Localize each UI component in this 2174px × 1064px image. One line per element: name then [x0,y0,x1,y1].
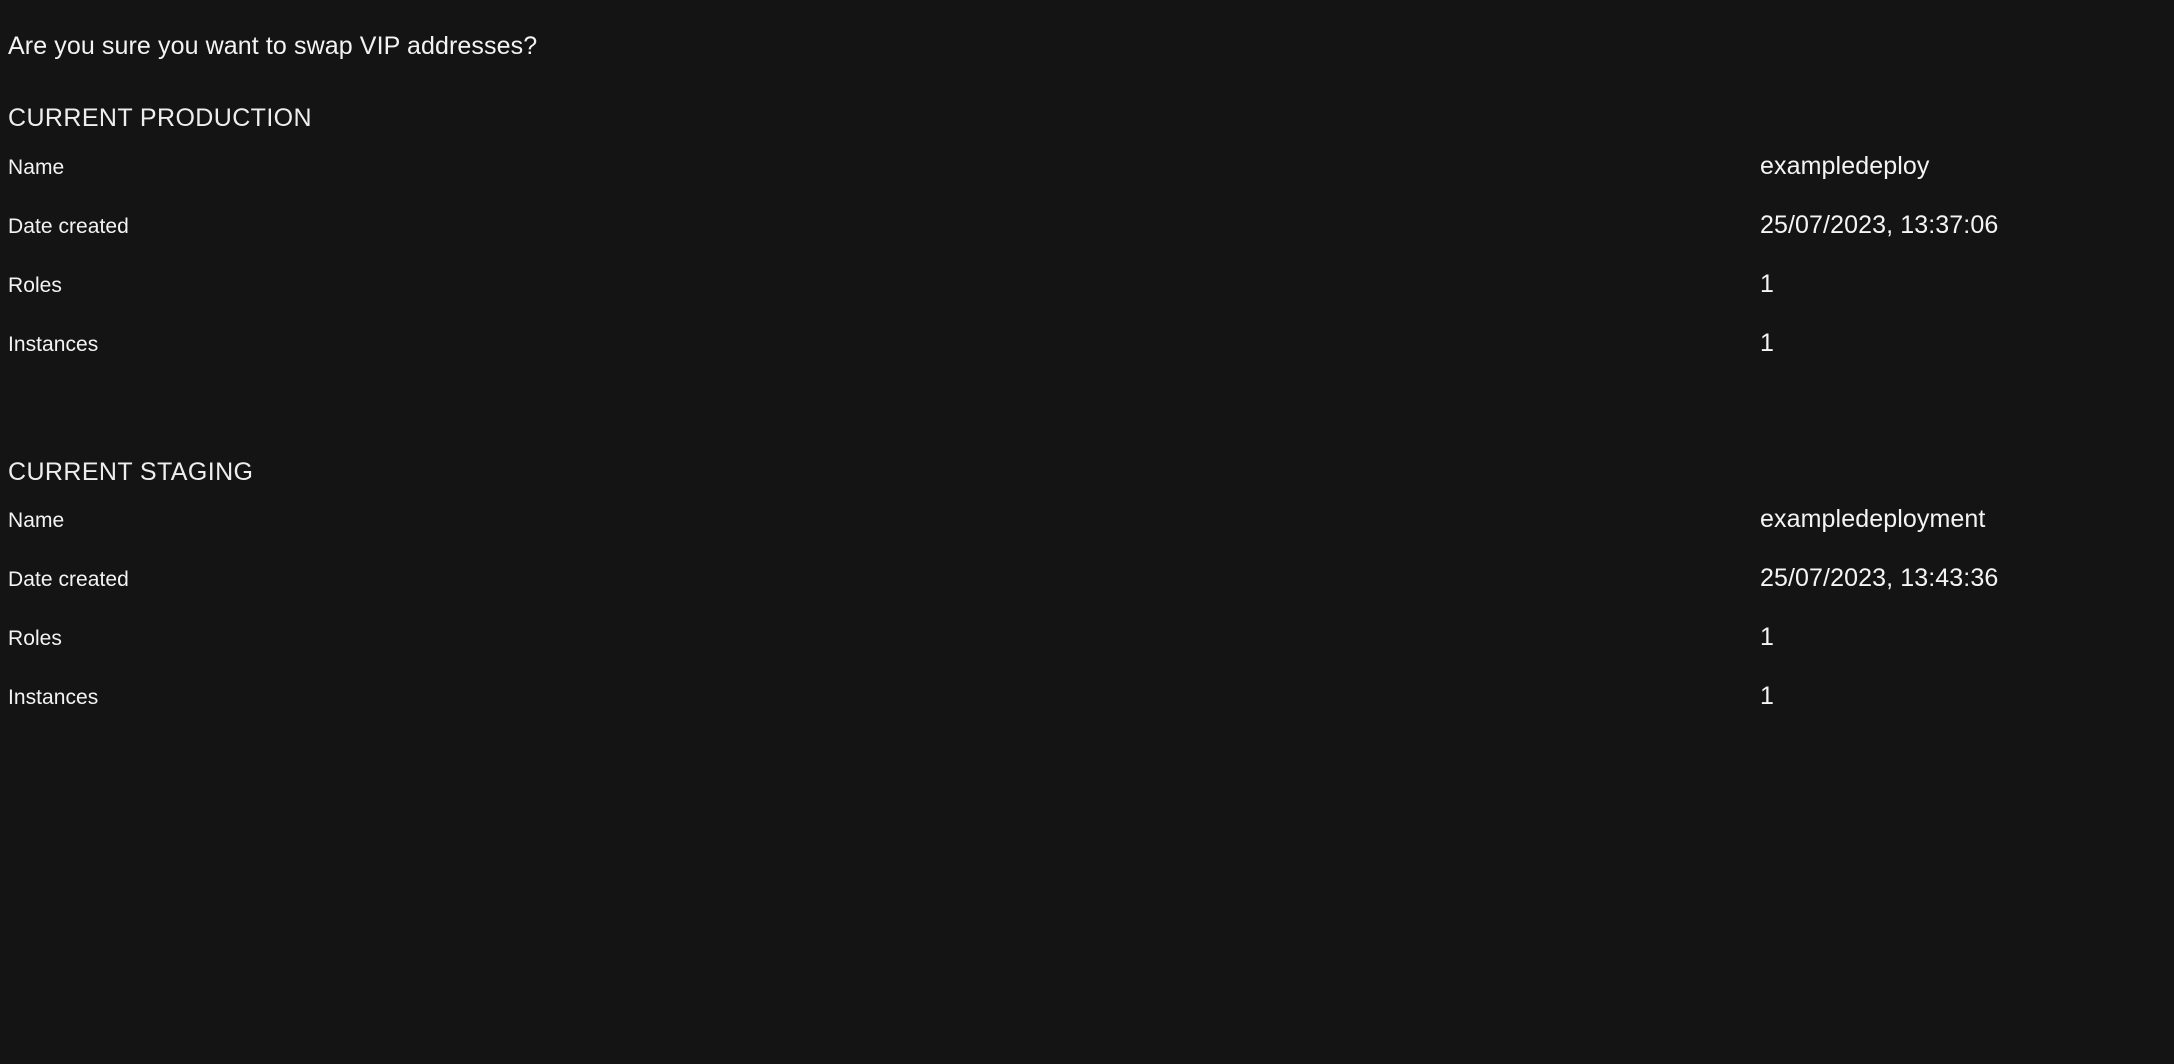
current-staging-section: CURRENT STAGING Name exampledeployment D… [8,457,2174,743]
property-value: 1 [1760,682,1775,710]
current-staging-heading: CURRENT STAGING [8,457,254,486]
property-label: Name [8,509,65,532]
property-value: 1 [1760,623,1775,651]
property-label: Roles [8,273,62,297]
swap-vip-confirmation-dialog: Are you sure you want to swap VIP addres… [0,0,2174,1064]
current-production-heading: CURRENT PRODUCTION [8,104,312,132]
property-value: 25/07/2023, 13:43:36 [1760,564,1999,592]
property-row-name: Name exampledeploy [8,151,2174,212]
property-row-name: Name exampledeployment [8,505,2174,565]
property-label: Instances [8,686,99,709]
property-row-roles: Roles 1 [8,623,2174,683]
production-property-list: Name exampledeploy Date created 25/07/20… [8,151,2174,389]
property-row-roles: Roles 1 [8,269,2174,330]
confirmation-question: Are you sure you want to swap VIP addres… [8,32,538,60]
property-value: 25/07/2023, 13:37:06 [1760,210,1999,239]
property-value: exampledeploy [1760,151,1930,180]
property-row-instances: Instances 1 [8,682,2174,742]
property-label: Date created [8,214,129,238]
property-label: Roles [8,627,62,650]
staging-property-list: Name exampledeployment Date created 25/0… [8,505,2174,742]
property-label: Name [8,155,65,179]
property-label: Date created [8,568,129,591]
property-value: 1 [1760,269,1775,298]
property-value: 1 [1760,328,1775,357]
property-row-date-created: Date created 25/07/2023, 13:37:06 [8,210,2174,271]
property-label: Instances [8,332,99,356]
property-row-date-created: Date created 25/07/2023, 13:43:36 [8,564,2174,624]
property-value: exampledeployment [1760,505,1986,533]
property-row-instances: Instances 1 [8,328,2174,389]
current-production-section: CURRENT PRODUCTION Name exampledeploy Da… [8,104,2174,389]
